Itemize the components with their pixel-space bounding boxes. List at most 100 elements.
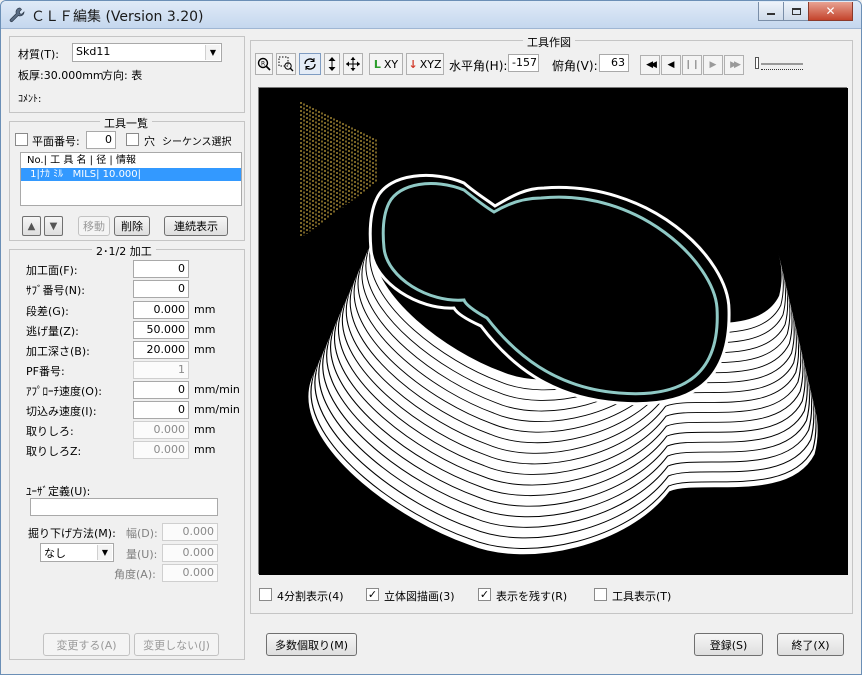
machining-field[interactable]: 0 — [133, 401, 189, 419]
playback-slider[interactable] — [755, 55, 803, 73]
angle-label: 角度(A): — [114, 568, 156, 581]
step-forward-button[interactable]: ▶ — [703, 55, 723, 75]
machining-field[interactable]: 0 — [133, 280, 189, 298]
step-back-button[interactable]: ◀ — [661, 55, 681, 75]
move-icon — [346, 57, 360, 71]
tool-display-checkbox[interactable] — [594, 588, 607, 601]
machining-panel: 2･1/2 加工 加工面(F): 0 ｻﾌﾞ番号(N): 0 段差(G): 0.… — [9, 243, 245, 660]
v-angle-input[interactable]: 63 — [599, 54, 629, 72]
width-label: 幅(D): — [126, 527, 158, 540]
apply-change-button[interactable]: 変更する(A) — [43, 633, 130, 656]
move-down-button[interactable]: ▼ — [44, 216, 63, 236]
machining-field[interactable]: 50.000 — [133, 321, 189, 339]
close-button[interactable]: ✕ — [808, 2, 853, 21]
machining-label: 加工面(F): — [26, 264, 78, 277]
material-value: Skd11 — [76, 45, 111, 58]
register-button[interactable]: 登録(S) — [694, 633, 763, 656]
pause-icon: ❙❙ — [684, 60, 700, 70]
machining-title: 2･1/2 加工 — [92, 243, 156, 259]
angle-field: 0.000 — [162, 564, 218, 582]
chevron-down-icon[interactable]: ▼ — [205, 45, 220, 60]
zoom-button[interactable]: R — [255, 53, 273, 75]
h-angle-input[interactable]: -157 — [508, 54, 539, 72]
minimize-icon — [767, 13, 775, 15]
machining-unit: mm — [194, 303, 216, 316]
tool-list[interactable]: No.| 工 具 名 | 径 | 情報 1|ﾅｶ ﾐﾙ MILS| 10.000… — [20, 152, 242, 206]
dig-method-value: なし — [44, 547, 66, 560]
maximize-button[interactable] — [783, 2, 809, 21]
slider-ticks — [761, 67, 803, 70]
xyz-axis-icon: ↓ — [408, 57, 418, 71]
chevron-down-icon[interactable]: ▼ — [97, 545, 112, 560]
hole-checkbox[interactable] — [126, 133, 139, 146]
plane-number-input[interactable]: 0 — [86, 131, 116, 149]
solid-draw-checkbox[interactable]: ✓ — [366, 588, 379, 601]
toolpath-view[interactable] — [259, 88, 848, 575]
exit-button[interactable]: 終了(X) — [777, 633, 844, 656]
keep-display-label: 表示を残す(R) — [496, 590, 568, 603]
window-title: ＣＬＦ編集 (Version 3.20) — [31, 9, 204, 25]
rotate-icon — [304, 58, 316, 70]
machining-field[interactable]: 0 — [133, 260, 189, 278]
rewind-button[interactable]: ◀◀ — [640, 55, 660, 75]
delete-button[interactable]: 削除 — [114, 216, 150, 236]
v-angle-label: 俯角(V): — [552, 59, 598, 73]
machining-field[interactable]: 0.000 — [133, 301, 189, 319]
tool-list-panel: 工具一覧 平面番号: 0 穴 シーケンス選択 No.| 工 具 名 | 径 | … — [9, 115, 245, 241]
split4-checkbox[interactable] — [259, 588, 272, 601]
machining-unit: mm/min — [194, 383, 240, 396]
thickness-text: 板厚:30.000mm — [18, 69, 104, 82]
multi-take-button[interactable]: 多数個取り(M) — [266, 633, 357, 656]
maximize-icon — [791, 7, 801, 15]
xyz-view-button[interactable]: ↓ XYZ — [406, 53, 444, 75]
width-field: 0.000 — [162, 523, 218, 541]
fast-forward-button[interactable]: ▶▶ — [724, 55, 744, 75]
slider-thumb[interactable] — [755, 57, 759, 69]
app-window: ＣＬＦ編集 (Version 3.20) ✕ 材質(T): Skd11 ▼ 板厚… — [0, 0, 862, 675]
move-up-button[interactable]: ▲ — [22, 216, 41, 236]
dig-method-select[interactable]: なし ▼ — [40, 543, 114, 562]
material-select[interactable]: Skd11 ▼ — [72, 43, 222, 62]
machining-label: 取りしろZ: — [26, 445, 82, 458]
user-def-input[interactable] — [30, 498, 218, 516]
machining-field[interactable]: 0 — [133, 381, 189, 399]
amount-field: 0.000 — [162, 544, 218, 562]
split4-label: 4分割表示(4) — [277, 590, 344, 603]
move-button[interactable]: 移動 — [78, 216, 110, 236]
rotate-button[interactable] — [299, 53, 321, 75]
zoom-rect-button[interactable] — [276, 53, 296, 75]
plane-number-label: 平面番号: — [32, 135, 80, 148]
solid-draw-label: 立体図描画(3) — [384, 590, 455, 603]
machining-label: 加工深さ(B): — [26, 345, 90, 358]
machining-label: ｻﾌﾞ番号(N): — [26, 284, 86, 297]
discard-change-button[interactable]: 変更しない(J) — [134, 633, 219, 656]
close-icon: ✕ — [825, 4, 836, 18]
machining-unit: mm — [194, 423, 216, 436]
drawing-canvas[interactable] — [258, 87, 848, 575]
up-down-button[interactable] — [324, 53, 340, 75]
material-panel: 材質(T): Skd11 ▼ 板厚:30.000mm 方向: 表 ｺﾒﾝﾄ: — [9, 36, 245, 113]
amount-label: 量(U): — [126, 548, 158, 561]
list-item[interactable]: 1|ﾅｶ ﾐﾙ MILS| 10.000| — [21, 168, 241, 181]
machining-label: 切込み速度(I): — [26, 405, 97, 418]
comment-label: ｺﾒﾝﾄ: — [18, 94, 42, 105]
machining-field: 0.000 — [133, 441, 189, 459]
xy-view-button[interactable]: L XY — [369, 53, 403, 75]
xyz-label: XYZ — [419, 57, 442, 71]
machining-label: ｱﾌﾟﾛｰﾁ速度(O): — [26, 385, 102, 398]
step-back-icon: ◀ — [667, 60, 675, 70]
pause-button[interactable]: ❙❙ — [682, 55, 702, 75]
plane-number-checkbox[interactable] — [15, 133, 28, 146]
machining-field[interactable]: 20.000 — [133, 341, 189, 359]
minimize-button[interactable] — [758, 2, 784, 21]
zoom-rect-icon — [278, 56, 294, 72]
continuous-display-button[interactable]: 連続表示 — [164, 216, 228, 236]
arrow-up-icon: ▲ — [27, 220, 36, 232]
dig-method-label: 掘り下げ方法(M): — [28, 527, 116, 540]
move-view-button[interactable] — [343, 53, 363, 75]
machining-field: 0.000 — [133, 421, 189, 439]
keep-display-checkbox[interactable]: ✓ — [478, 588, 491, 601]
material-label: 材質(T): — [18, 48, 60, 61]
arrow-down-icon: ▼ — [49, 220, 58, 232]
sequence-select-label: シーケンス選択 — [162, 137, 232, 148]
